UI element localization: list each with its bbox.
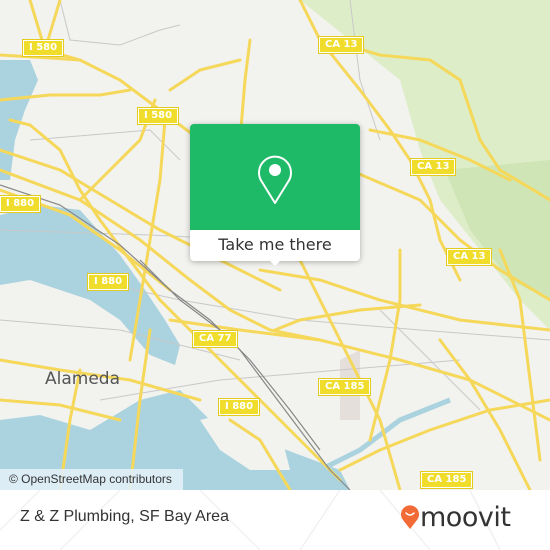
popup-header[interactable] (190, 124, 360, 230)
footer: Z & Z Plumbing, SF Bay Area moovit (0, 490, 550, 550)
road-shield-ca13: CA 13 (317, 36, 365, 54)
moovit-pin-smile-icon (401, 505, 419, 529)
road-shield-i880: I 880 (0, 195, 42, 213)
road-shield-i580: I 580 (21, 39, 65, 57)
road-shield-ca77: CA 77 (191, 330, 239, 348)
take-me-there-button[interactable]: Take me there (190, 230, 360, 261)
attribution-text[interactable]: © OpenStreetMap contributors (9, 472, 172, 486)
moovit-wordmark: moovit (420, 502, 511, 533)
map-attribution[interactable]: © OpenStreetMap contributors (0, 469, 183, 490)
map[interactable]: I 580 I 580 I 880 I 880 I 880 CA 13 CA 1… (0, 0, 550, 490)
road-shield-ca185: CA 185 (419, 471, 474, 489)
road-shield-ca185: CA 185 (317, 378, 372, 396)
road-shield-i880: I 880 (86, 273, 130, 291)
road-shield-ca13: CA 13 (409, 158, 457, 176)
place-title: Z & Z Plumbing, SF Bay Area (20, 508, 229, 525)
city-label-alameda: Alameda (45, 369, 120, 389)
road-shield-ca13: CA 13 (445, 248, 493, 266)
moovit-logo[interactable]: moovit (400, 498, 540, 542)
road-shield-i580: I 580 (136, 107, 180, 125)
location-pin-icon (258, 155, 292, 204)
take-me-there-popup[interactable]: Take me there (190, 124, 360, 266)
road-shield-i880: I 880 (217, 398, 261, 416)
popup-pointer (267, 258, 283, 266)
